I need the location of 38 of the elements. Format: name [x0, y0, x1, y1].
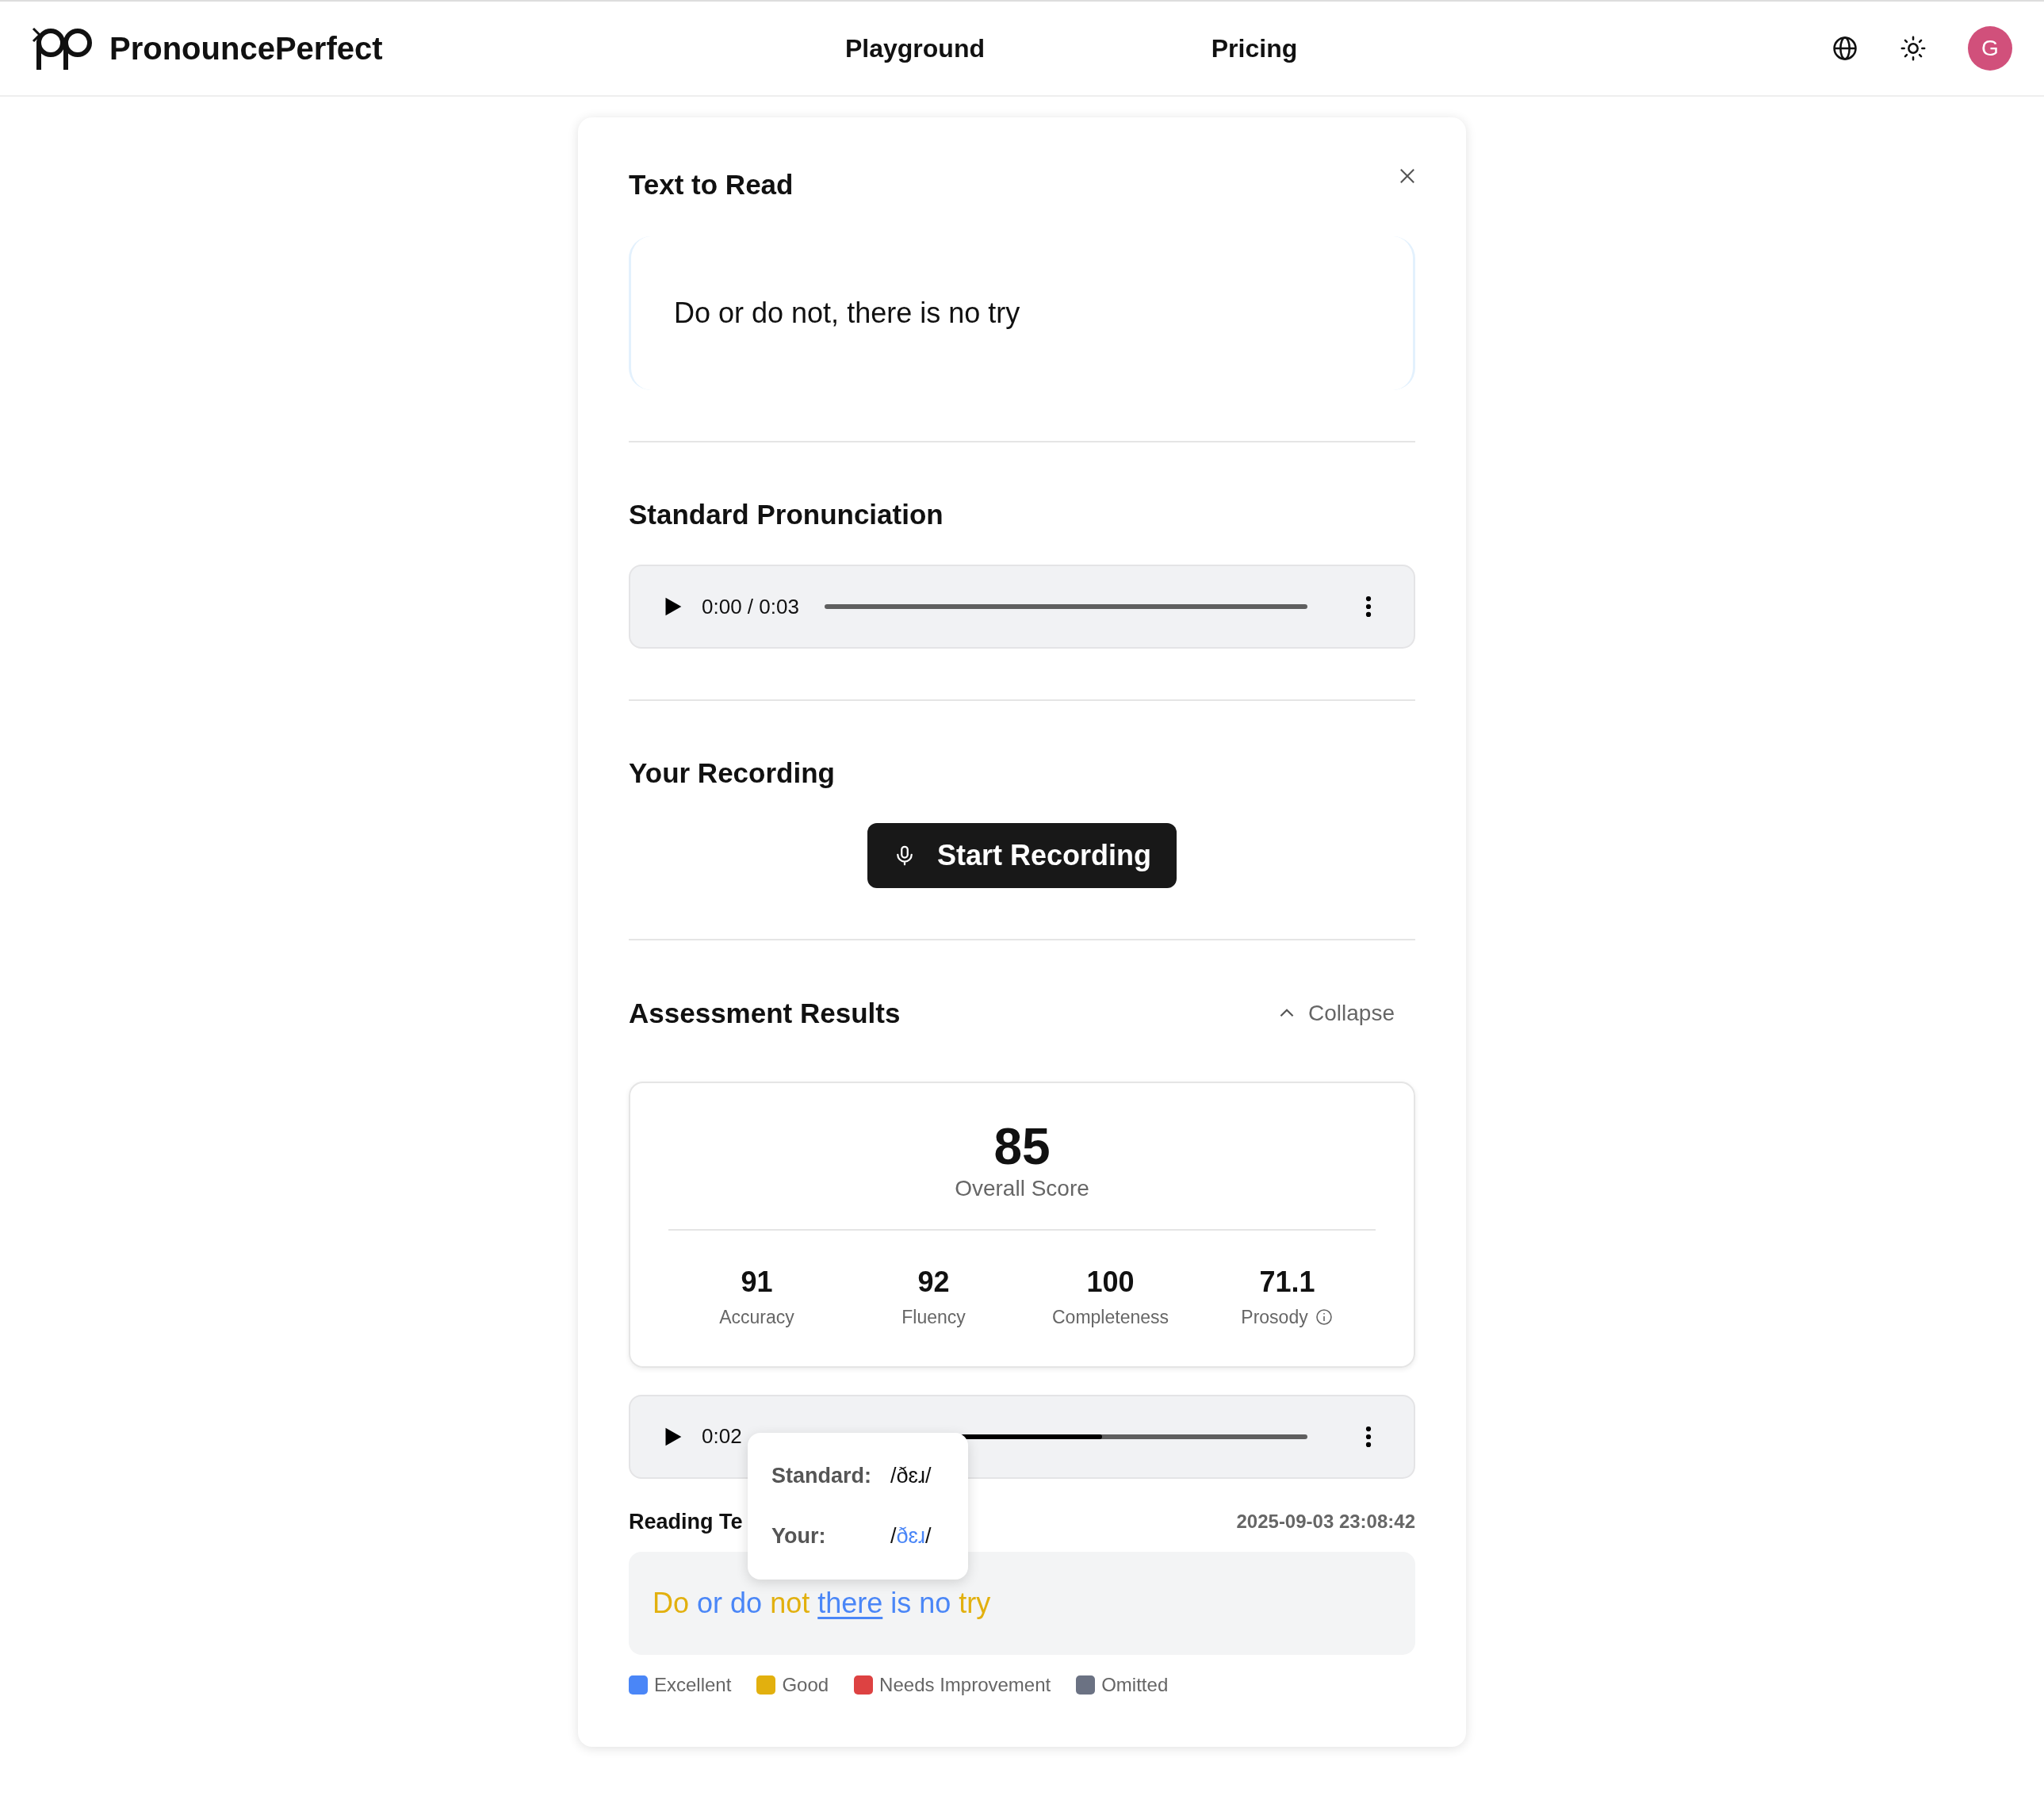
score-label: Overall Score	[954, 1175, 1090, 1202]
score-label: Completeness	[1052, 1306, 1169, 1329]
overall-score: 85	[993, 1121, 1051, 1172]
info-icon[interactable]	[1314, 1308, 1334, 1327]
time-display: 0:02	[702, 1423, 742, 1449]
score-value: 100	[1085, 1265, 1135, 1300]
nav-link[interactable]: Pricing	[1085, 29, 1424, 67]
collapse-button[interactable]: Collapse	[1272, 996, 1399, 1031]
avatar[interactable]: G	[1968, 26, 2012, 71]
phoneme-text: /ðɛɹ/	[890, 1523, 932, 1549]
score-value: 71.1	[1258, 1265, 1316, 1300]
legend-label: Good	[782, 1673, 829, 1697]
reading-text: Do or do not there is no try	[629, 1552, 1415, 1655]
tooltip-label: Standard:	[771, 1462, 872, 1489]
text-to-read: Do or do not, there is no try	[629, 236, 1415, 390]
legend-label: Omitted	[1101, 1673, 1169, 1697]
tooltip-label: Your:	[771, 1523, 827, 1549]
progress-track[interactable]	[824, 604, 1307, 609]
section-label: Reading Te	[629, 1508, 743, 1535]
nav-link[interactable]: Playground	[745, 29, 1085, 67]
section-title: Text to Read	[629, 168, 794, 201]
legend-label: Excellent	[654, 1673, 732, 1697]
timestamp: 2025-09-03 23:08:42	[1236, 1509, 1415, 1534]
section-title: Standard Pronunciation	[629, 498, 944, 531]
section-title: Assessment Results	[629, 997, 901, 1030]
brand-name: PronouncePerfect	[109, 30, 383, 67]
legend-label: Needs Improvement	[879, 1673, 1051, 1697]
phoneme-text: /ðɛɹ/	[890, 1462, 932, 1489]
sun-icon[interactable]	[1900, 35, 1927, 62]
score-value: 91	[740, 1265, 774, 1300]
score-value: 92	[917, 1265, 951, 1300]
time-display: 0:00 / 0:03	[702, 593, 799, 620]
section-title: Your Recording	[629, 756, 835, 790]
score-label: Fluency	[901, 1306, 966, 1329]
score-label: Prosody	[1241, 1306, 1308, 1329]
score-label: Accuracy	[719, 1306, 794, 1329]
globe-icon[interactable]	[1832, 35, 1858, 62]
start-recording-button[interactable]: Start Recording	[867, 823, 1177, 888]
